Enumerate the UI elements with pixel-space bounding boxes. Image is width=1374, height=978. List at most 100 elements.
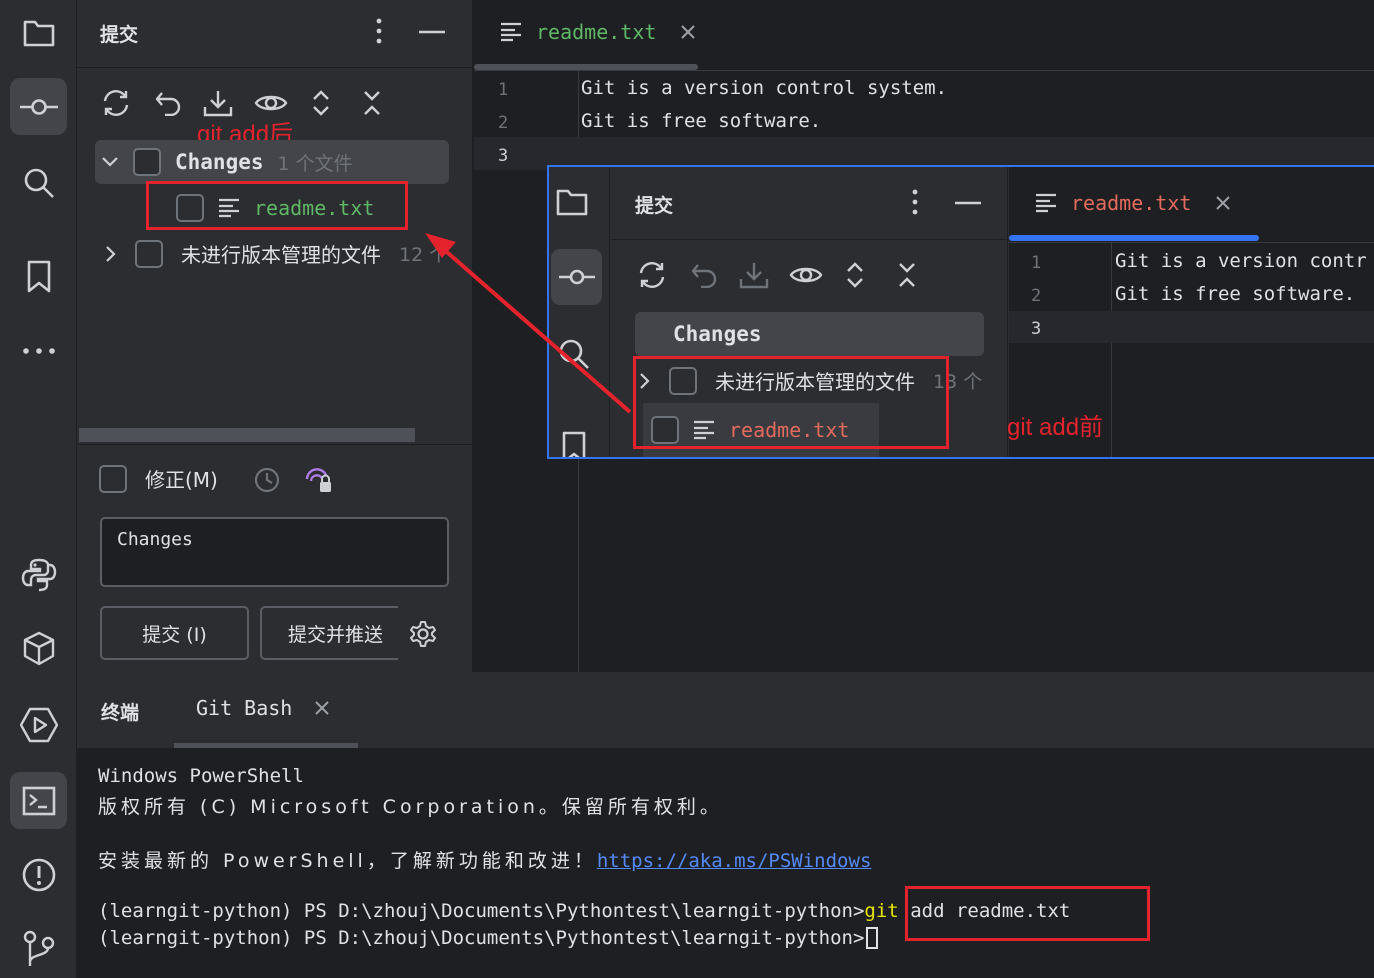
python-packages-button[interactable] xyxy=(10,620,67,677)
ai-commit-button[interactable] xyxy=(303,464,335,496)
line-number: 2 xyxy=(498,113,509,133)
commit-options-button[interactable] xyxy=(407,618,439,650)
terminal-cursor xyxy=(866,927,879,949)
overlay-expand-button[interactable] xyxy=(841,258,869,292)
close-icon[interactable] xyxy=(680,24,696,40)
commit-button[interactable]: 提交 (I) xyxy=(100,606,249,660)
unversioned-checkbox[interactable] xyxy=(135,239,163,268)
eye-icon xyxy=(789,267,823,283)
divider xyxy=(77,67,473,68)
terminal-tab-git-bash[interactable]: Git Bash xyxy=(196,696,330,720)
folder-icon xyxy=(556,189,588,216)
bookmarks-button[interactable] xyxy=(10,248,67,305)
problems-button[interactable] xyxy=(10,846,67,903)
commit-panel: 提交 git add后 Changes 1 个文件 readme.txt 未进行… xyxy=(77,0,473,672)
git-button[interactable] xyxy=(10,920,67,977)
tool-window-bar xyxy=(0,0,77,978)
more-tools-button[interactable] xyxy=(10,322,67,379)
overlay-line-number: 3 xyxy=(1031,319,1042,339)
history-icon xyxy=(254,467,280,493)
commit-and-push-button[interactable]: 提交并推送 xyxy=(260,606,398,660)
project-button[interactable] xyxy=(10,4,67,61)
prompt: (learngit-python) PS D:\zhouj\Documents\… xyxy=(98,927,865,949)
terminal-header: 终端 Git Bash xyxy=(77,672,1374,748)
vertical-more-icon xyxy=(376,18,382,44)
overlay-commit-button[interactable] xyxy=(551,249,602,305)
code-line[interactable]: Git is free software. xyxy=(581,110,821,132)
install-text: 安装最新的 PowerShell，了解新功能和改进！ xyxy=(98,850,597,872)
close-icon[interactable] xyxy=(1215,195,1231,211)
terminal-tool-button[interactable] xyxy=(10,772,67,829)
more-icon xyxy=(22,347,55,354)
divider xyxy=(474,70,1374,71)
rollback-icon xyxy=(155,92,181,116)
commit-message-input[interactable]: Changes xyxy=(100,517,449,587)
hide-panel-button[interactable] xyxy=(417,20,447,44)
overlay-update-button[interactable] xyxy=(737,258,771,292)
rollback-button[interactable] xyxy=(151,86,185,120)
code-line[interactable]: Git is a version control system. xyxy=(581,77,947,99)
history-button[interactable] xyxy=(251,464,283,496)
overlay-project-button[interactable] xyxy=(555,187,589,217)
minimize-icon xyxy=(419,30,445,34)
options-button[interactable] xyxy=(369,16,389,46)
overlay-eye-button[interactable] xyxy=(787,258,825,292)
bookmark-icon xyxy=(27,260,50,292)
unversioned-group[interactable]: 未进行版本管理的文件 12 个 xyxy=(105,239,448,268)
collapse-all-button[interactable] xyxy=(358,86,386,120)
problems-icon xyxy=(22,858,55,891)
terminal-title: 终端 xyxy=(101,702,140,724)
update-icon xyxy=(203,91,233,117)
services-button[interactable] xyxy=(10,696,67,753)
refresh-icon xyxy=(103,90,129,116)
python-console-button[interactable] xyxy=(10,546,67,603)
overlay-editor-tab[interactable]: readme.txt xyxy=(1035,191,1231,215)
search-button[interactable] xyxy=(10,154,67,211)
overlay-refresh-button[interactable] xyxy=(635,258,669,292)
amend-row[interactable]: 修正(M) xyxy=(99,464,218,493)
changes-checkbox[interactable] xyxy=(133,148,161,176)
overlay-changes-row[interactable]: Changes xyxy=(635,312,984,356)
refresh-button[interactable] xyxy=(99,86,133,120)
amend-checkbox[interactable] xyxy=(99,464,127,493)
terminal-icon xyxy=(22,786,55,815)
commit-tool-button[interactable] xyxy=(10,78,67,135)
terminal-prompt-line[interactable]: (learngit-python) PS D:\zhouj\Documents\… xyxy=(98,927,879,949)
eye-icon xyxy=(254,95,288,111)
overlay-editor: readme.txt 1 2 3 Git is a version contr … xyxy=(1007,167,1374,457)
changes-label: Changes xyxy=(175,150,264,174)
overlay-before-screenshot: 提交 Changes 未进行版本管理的文件 13 个 readme.txt re… xyxy=(547,165,1374,459)
overlay-rollback-button[interactable] xyxy=(687,258,721,292)
overlay-collapse-button[interactable] xyxy=(893,258,921,292)
terminal-line: Windows PowerShell xyxy=(98,765,304,787)
overlay-hide-button[interactable] xyxy=(953,191,983,215)
update-icon xyxy=(739,263,769,289)
annotation-box-before xyxy=(633,356,949,449)
commit-icon xyxy=(19,98,58,115)
overlay-code-line[interactable]: Git is a version contr xyxy=(1115,250,1367,272)
git-icon xyxy=(23,930,54,966)
overlay-commit-panel: 提交 Changes 未进行版本管理的文件 13 个 readme.txt xyxy=(611,167,1008,457)
expand-icon xyxy=(847,262,863,288)
powershell-link[interactable]: https://aka.ms/PSWindows xyxy=(597,850,872,872)
overlay-current-line xyxy=(1009,311,1374,343)
tab-label: readme.txt xyxy=(536,20,657,44)
annotation-before: git add前 xyxy=(1007,414,1104,441)
close-icon[interactable] xyxy=(314,700,330,716)
editor-tab-readme[interactable]: readme.txt xyxy=(500,20,696,44)
overlay-changes-label: Changes xyxy=(673,322,762,346)
overlay-bookmarks-button[interactable] xyxy=(561,431,587,457)
python-packages-icon xyxy=(23,631,54,665)
overlay-options-button[interactable] xyxy=(905,187,925,217)
changes-group[interactable]: Changes 1 个文件 xyxy=(101,148,353,176)
command-git: git xyxy=(864,900,899,922)
commit-icon xyxy=(558,269,595,285)
bookmark-icon xyxy=(562,431,586,457)
divider xyxy=(77,444,473,445)
overlay-code-line[interactable]: Git is free software. xyxy=(1115,283,1355,305)
file-lines-icon xyxy=(501,22,521,42)
horizontal-scrollbar[interactable] xyxy=(79,428,415,442)
expand-all-button[interactable] xyxy=(307,86,335,120)
divider xyxy=(611,239,1008,240)
overlay-search-button[interactable] xyxy=(557,337,591,371)
